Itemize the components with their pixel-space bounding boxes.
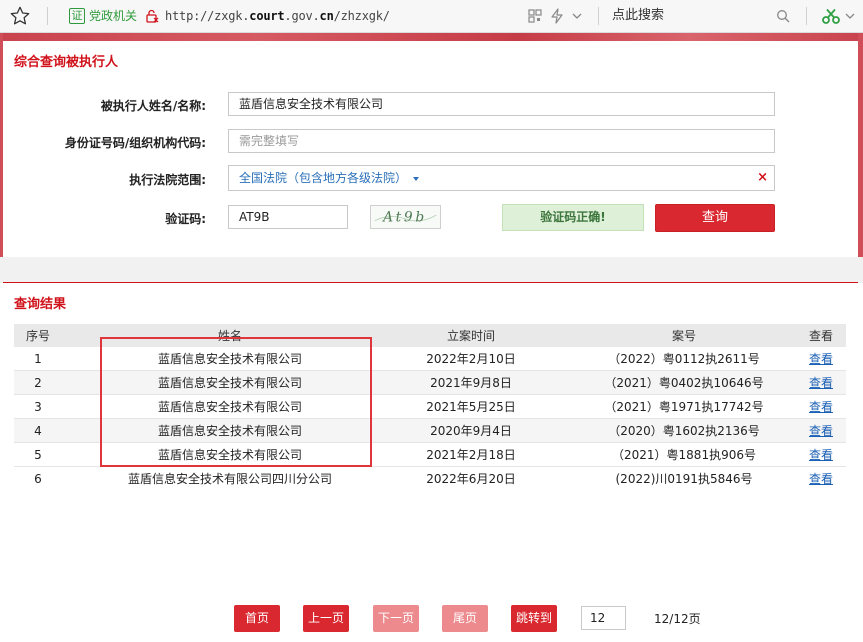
- jump-to-page-button[interactable]: 跳转到: [511, 605, 557, 632]
- query-form-panel: 综合查询被执行人 被执行人姓名/名称: 蓝盾信息安全技术有限公司 身份证号码/组…: [3, 41, 858, 257]
- form-title: 综合查询被执行人: [14, 55, 119, 70]
- chevron-down-icon[interactable]: [845, 12, 855, 20]
- toolbar-divider: [598, 7, 599, 25]
- header-index: 序号: [25, 329, 50, 343]
- section-gap: [0, 257, 863, 283]
- table-row: 2 蓝盾信息安全技术有限公司 2021年9月8日 （2021）粤0402执106…: [14, 371, 846, 395]
- row-name: 蓝盾信息安全技术有限公司: [157, 448, 302, 462]
- view-link[interactable]: 查看: [796, 447, 846, 463]
- page-number-input[interactable]: 12: [581, 606, 626, 630]
- view-link[interactable]: 查看: [796, 375, 846, 391]
- row-case: （2021）粤1881执906号: [612, 448, 756, 462]
- bookmark-star-icon[interactable]: [9, 5, 31, 27]
- results-divider: [3, 282, 858, 283]
- dropdown-caret-icon: [413, 176, 420, 181]
- row-name: 蓝盾信息安全技术有限公司: [157, 424, 302, 438]
- court-scope-select[interactable]: 全国法院（包含地方各级法院） ×: [228, 165, 775, 191]
- row-name: 蓝盾信息安全技术有限公司四川分公司: [127, 472, 332, 486]
- insecure-connection-icon[interactable]: [145, 9, 159, 23]
- view-link[interactable]: 查看: [796, 423, 846, 439]
- table-row: 1 蓝盾信息安全技术有限公司 2022年2月10日 （2022）粤0112执26…: [14, 347, 846, 371]
- toolbar-divider: [47, 7, 48, 25]
- header-banner-strip: [0, 33, 863, 41]
- frame-border: [858, 33, 863, 261]
- last-page-button[interactable]: 尾页: [442, 605, 488, 632]
- executee-name-input[interactable]: 蓝盾信息安全技术有限公司: [228, 92, 775, 116]
- clear-selection-icon[interactable]: ×: [757, 166, 768, 190]
- captcha-label: 验证码:: [165, 212, 206, 226]
- address-bar-url[interactable]: http://zxgk.court.gov.cn/zhzxgk/: [165, 8, 390, 24]
- row-index: 6: [34, 472, 42, 486]
- row-name: 蓝盾信息安全技术有限公司: [157, 352, 302, 366]
- toolbar-divider: [806, 7, 807, 25]
- prev-page-button[interactable]: 上一页: [303, 605, 349, 632]
- first-page-button[interactable]: 首页: [234, 605, 280, 632]
- certificate-badge-icon[interactable]: 证: [69, 8, 85, 24]
- id-number-input[interactable]: 需完整填写: [228, 129, 775, 153]
- table-row: 6 蓝盾信息安全技术有限公司四川分公司 2022年6月20日 (2022)川01…: [14, 467, 846, 491]
- table-row: 4 蓝盾信息安全技术有限公司 2020年9月4日 （2020）粤1602执213…: [14, 419, 846, 443]
- qr-code-icon[interactable]: [528, 9, 542, 23]
- row-index: 5: [34, 448, 42, 462]
- captcha-correct-badge: 验证码正确!: [502, 204, 644, 231]
- row-name: 蓝盾信息安全技术有限公司: [157, 400, 302, 414]
- header-name: 姓名: [217, 329, 242, 343]
- row-index: 2: [34, 376, 42, 390]
- table-header: 序号 姓名 立案时间 案号 查看: [14, 324, 846, 347]
- court-scope-label: 执行法院范围:: [129, 173, 206, 187]
- row-index: 1: [34, 352, 42, 366]
- row-date: 2021年2月18日: [426, 448, 516, 462]
- row-date: 2022年6月20日: [426, 472, 516, 486]
- certificate-label[interactable]: 党政机关: [89, 8, 137, 24]
- page-count: 12/12页: [654, 612, 701, 626]
- table-row: 3 蓝盾信息安全技术有限公司 2021年5月25日 （2021）粤1971执17…: [14, 395, 846, 419]
- header-view: 查看: [808, 329, 833, 343]
- row-date: 2020年9月4日: [430, 424, 512, 438]
- browser-toolbar: 证 党政机关 http://zxgk.court.gov.cn/zhzxgk/ …: [0, 0, 863, 33]
- row-name: 蓝盾信息安全技术有限公司: [157, 376, 302, 390]
- lightning-icon[interactable]: [550, 8, 564, 24]
- row-case: （2021）粤1971执17742号: [604, 400, 764, 414]
- header-case: 案号: [671, 329, 696, 343]
- captcha-image[interactable]: At9b: [370, 205, 441, 229]
- view-link[interactable]: 查看: [796, 471, 846, 487]
- row-case: (2022)川0191执5846号: [615, 472, 753, 486]
- chevron-down-icon[interactable]: [572, 12, 582, 20]
- id-label: 身份证号码/组织机构代码:: [64, 136, 206, 150]
- captcha-text: At9b: [381, 210, 427, 226]
- query-button[interactable]: 查询: [655, 204, 775, 232]
- captcha-input[interactable]: AT9B: [228, 205, 348, 229]
- search-icon[interactable]: [776, 9, 790, 23]
- row-case: （2020）粤1602执2136号: [608, 424, 760, 438]
- table-row: 5 蓝盾信息安全技术有限公司 2021年2月18日 （2021）粤1881执90…: [14, 443, 846, 467]
- view-link[interactable]: 查看: [796, 399, 846, 415]
- row-case: （2022）粤0112执2611号: [608, 352, 760, 366]
- row-date: 2021年9月8日: [430, 376, 512, 390]
- search-input[interactable]: 点此搜索: [612, 7, 664, 25]
- next-page-button[interactable]: 下一页: [373, 605, 419, 632]
- name-label: 被执行人姓名/名称:: [100, 99, 206, 113]
- scissors-icon[interactable]: [822, 8, 840, 25]
- row-case: （2021）粤0402执10646号: [604, 376, 764, 390]
- results-title: 查询结果: [14, 297, 67, 312]
- row-date: 2021年5月25日: [426, 400, 516, 414]
- row-index: 3: [34, 400, 42, 414]
- row-index: 4: [34, 424, 42, 438]
- view-link[interactable]: 查看: [796, 351, 846, 367]
- court-scope-value: 全国法院（包含地方各级法院）: [239, 171, 408, 185]
- row-date: 2022年2月10日: [426, 352, 516, 366]
- header-date: 立案时间: [446, 329, 495, 343]
